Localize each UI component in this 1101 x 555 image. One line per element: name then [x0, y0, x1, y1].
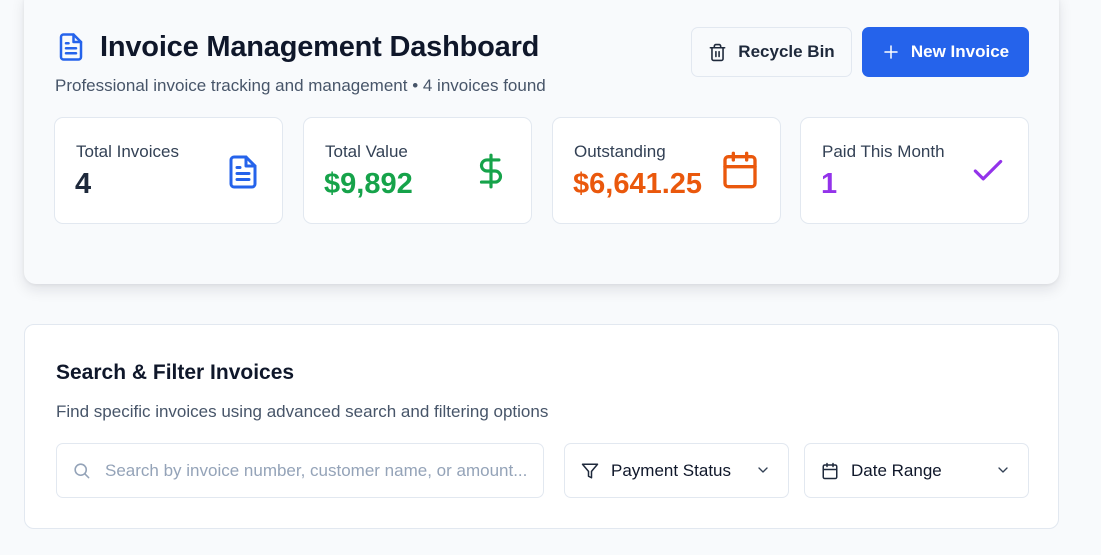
stat-label: Total Invoices	[76, 142, 179, 161]
check-icon	[969, 152, 1007, 195]
stat-value: $6,641.25	[573, 168, 703, 200]
calendar-icon	[720, 150, 760, 195]
stat-card-paid-this-month: Paid This Month 1	[800, 117, 1029, 224]
stat-label: Total Value	[325, 142, 408, 161]
trash-icon	[708, 43, 727, 62]
recycle-bin-button[interactable]: Recycle Bin	[691, 27, 852, 77]
stat-value: 4	[75, 168, 92, 200]
document-icon	[56, 30, 86, 64]
calendar-icon	[821, 462, 839, 480]
chevron-down-icon	[755, 462, 771, 478]
stat-card-outstanding: Outstanding $6,641.25	[552, 117, 781, 224]
search-box[interactable]	[56, 443, 544, 498]
date-range-select[interactable]: Date Range	[804, 443, 1029, 498]
payment-status-select[interactable]: Payment Status	[564, 443, 789, 498]
filter-card: Search & Filter Invoices Find specific i…	[24, 324, 1059, 529]
stat-value: $9,892	[324, 168, 413, 200]
search-icon	[72, 461, 91, 480]
chevron-down-icon	[995, 462, 1011, 478]
stat-label: Outstanding	[574, 142, 666, 161]
page-subtitle: Professional invoice tracking and manage…	[55, 76, 546, 95]
stat-card-total-value: Total Value $9,892	[303, 117, 532, 224]
filter-subtitle: Find specific invoices using advanced se…	[56, 402, 549, 421]
filter-title: Search & Filter Invoices	[56, 361, 295, 384]
search-input[interactable]	[105, 460, 543, 481]
dollar-icon	[472, 150, 510, 197]
new-invoice-label: New Invoice	[910, 42, 1010, 61]
stat-label: Paid This Month	[822, 142, 945, 161]
plus-icon	[882, 43, 900, 61]
page-title: Invoice Management Dashboard	[100, 30, 540, 63]
page-title-row: Invoice Management Dashboard	[56, 30, 539, 64]
filter-icon	[581, 462, 599, 480]
document-icon	[225, 152, 261, 197]
new-invoice-button[interactable]: New Invoice	[862, 27, 1029, 77]
stat-value: 1	[821, 168, 838, 200]
recycle-bin-label: Recycle Bin	[738, 42, 835, 61]
stat-card-total-invoices: Total Invoices 4	[54, 117, 283, 224]
payment-status-label: Payment Status	[611, 460, 732, 480]
date-range-label: Date Range	[851, 460, 942, 480]
